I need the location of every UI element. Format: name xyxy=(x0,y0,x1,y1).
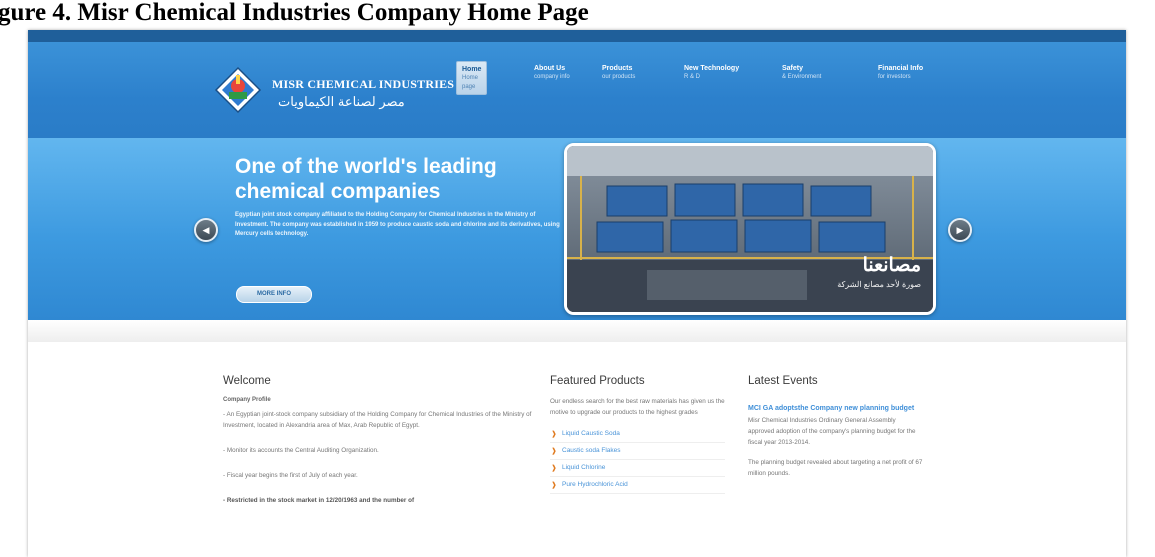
featured-heading: Featured Products xyxy=(550,375,645,387)
hero-title: One of the world's leading chemical comp… xyxy=(235,155,497,203)
welcome-paragraph: - Monitor its accounts the Central Audit… xyxy=(223,447,379,454)
event-paragraph: The planning budget revealed about targe… xyxy=(748,459,923,477)
welcome-section: Welcome Company Profile - An Egyptian jo… xyxy=(223,375,543,506)
brand-name-en: MISR CHEMICAL INDUSTRIES xyxy=(272,77,455,91)
featured-intro: Our endless search for the best raw mate… xyxy=(550,398,725,416)
product-list: ❱ Liquid Caustic Soda ❱ Caustic soda Flake… xyxy=(550,426,725,494)
divider-band xyxy=(28,320,1126,342)
product-link[interactable]: ❱ Pure Hydrochloric Acid xyxy=(550,477,725,494)
event-paragraph: Misr Chemical Industries Ordinary Genera… xyxy=(748,417,916,446)
hero-text: Egyptian joint stock company affiliated … xyxy=(235,212,560,237)
content-area: Welcome Company Profile - An Egyptian jo… xyxy=(28,342,1126,557)
product-label: Caustic soda Flakes xyxy=(562,447,621,454)
slider-next-button[interactable]: ▶ xyxy=(948,218,972,242)
bullet-icon: ❱ xyxy=(551,465,557,472)
bullet-icon: ❱ xyxy=(551,448,557,455)
nav-title: Financial Info xyxy=(878,65,924,72)
welcome-heading: Welcome xyxy=(223,375,271,387)
browser-screenshot: MISR CHEMICAL INDUSTRIES مصر لصناعة الكي… xyxy=(28,30,1126,557)
figure-caption: gure 4. Misr Chemical Industries Company… xyxy=(0,0,589,26)
site-header: MISR CHEMICAL INDUSTRIES مصر لصناعة الكي… xyxy=(28,42,1126,138)
product-link[interactable]: ❱ Liquid Chlorine xyxy=(550,460,725,477)
product-label: Liquid Chlorine xyxy=(562,464,606,471)
welcome-paragraph: - An Egyptian joint-stock company subsid… xyxy=(223,411,532,429)
top-strip xyxy=(28,30,1126,42)
welcome-paragraph: - Restricted in the stock market in 12/2… xyxy=(223,497,415,504)
product-label: Liquid Caustic Soda xyxy=(562,430,620,437)
nav-title: Home xyxy=(462,66,482,73)
slide-caption-main: مصانعنا xyxy=(862,255,921,276)
slide-caption-sub: صورة لأحد مصانع الشركة xyxy=(837,280,921,289)
welcome-paragraph: - Fiscal year begins the first of July o… xyxy=(223,472,358,479)
company-logo[interactable] xyxy=(214,66,262,114)
chevron-right-icon: ▶ xyxy=(956,225,964,235)
brand-name-ar: مصر لصناعة الكيماويات xyxy=(278,94,405,109)
chevron-left-icon: ◀ xyxy=(202,225,210,235)
product-label: Pure Hydrochloric Acid xyxy=(562,481,628,488)
product-link[interactable]: ❱ Caustic soda Flakes xyxy=(550,443,725,460)
featured-products-section: Featured Products Our endless search for… xyxy=(550,375,725,494)
product-link[interactable]: ❱ Liquid Caustic Soda xyxy=(550,426,725,443)
nav-item-home[interactable]: Home Home page xyxy=(456,61,488,95)
slider-prev-button[interactable]: ◀ xyxy=(194,218,218,242)
nav-subtitle: for investors xyxy=(878,74,911,80)
latest-events-section: Latest Events MCI GA adoptsthe Company n… xyxy=(748,375,923,479)
company-profile-subheading: Company Profile xyxy=(223,397,271,403)
hero-slider: ◀ One of the world's leading chemical co… xyxy=(28,138,1126,320)
bullet-icon: ❱ xyxy=(551,482,557,489)
event-title-link[interactable]: MCI GA adoptsthe Company new planning bu… xyxy=(748,404,923,413)
bullet-icon: ❱ xyxy=(551,431,557,438)
nav-item-financial[interactable]: Financial Info for investors xyxy=(878,64,998,82)
nav-subtitle: Home page xyxy=(462,75,479,90)
more-info-button[interactable]: MORE INFO xyxy=(236,286,312,303)
slide-image[interactable]: مصانعنا صورة لأحد مصانع الشركة xyxy=(564,143,936,315)
events-heading: Latest Events xyxy=(748,375,818,387)
